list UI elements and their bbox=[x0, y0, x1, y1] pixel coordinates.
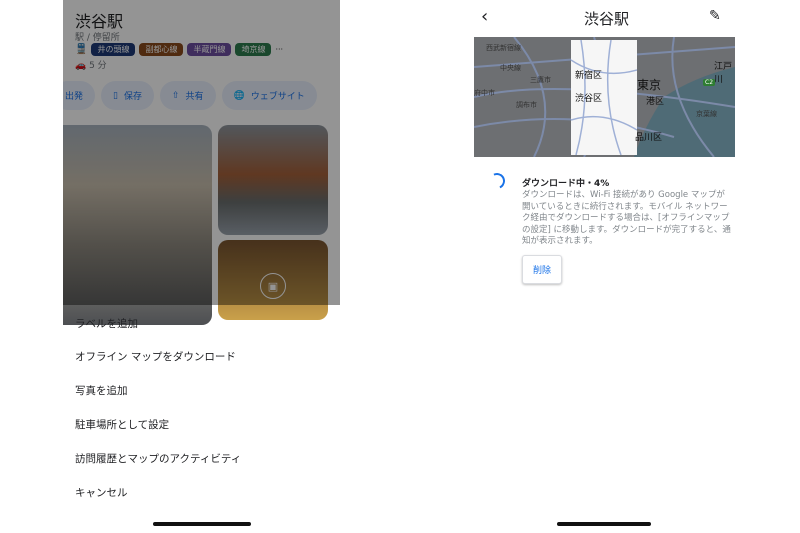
delete-button[interactable]: 削除 bbox=[522, 255, 562, 284]
menu-download-offline-map[interactable]: オフライン マップをダウンロード bbox=[75, 349, 236, 364]
map-label: 新宿区 bbox=[575, 71, 603, 81]
map-label: 調布市 bbox=[516, 101, 537, 109]
map-label: 京葉線 bbox=[696, 110, 717, 118]
scrim-overlay[interactable] bbox=[63, 0, 340, 305]
back-icon[interactable]: ‹ bbox=[481, 6, 488, 27]
menu-history-activity[interactable]: 訪問履歴とマップのアクティビティ bbox=[75, 451, 241, 466]
map-label: 渋谷区 bbox=[575, 94, 603, 104]
menu-set-parking[interactable]: 駐車場所として設定 bbox=[75, 417, 169, 432]
map-label: 中央線 bbox=[500, 64, 521, 72]
left-phone-screen: 渋谷駅 駅 / 停留所 🚆 井の頭線 副都心線 半蔵門線 埼京線 ··· 🚗 5… bbox=[63, 0, 340, 533]
map-label: 品川区 bbox=[635, 133, 663, 143]
place-details: 渋谷駅 駅 / 停留所 🚆 井の頭線 副都心線 半蔵門線 埼京線 ··· 🚗 5… bbox=[63, 0, 340, 325]
menu-add-photo[interactable]: 写真を追加 bbox=[75, 383, 128, 398]
download-description: ダウンロードは、Wi-Fi 接続があり Google マップが開いているときに続… bbox=[522, 190, 731, 246]
map-label: 三鷹市 bbox=[530, 76, 551, 84]
page-title: 渋谷駅 bbox=[584, 10, 630, 28]
menu-add-label[interactable]: ラベルを追加 bbox=[75, 316, 138, 331]
offline-map-preview[interactable]: 西武新宿線 中央線 三鷹市 府中市 調布市 新宿区 渋谷区 東京 港区 品川区 … bbox=[474, 37, 735, 157]
home-indicator bbox=[557, 522, 651, 526]
map-label: 府中市 bbox=[474, 89, 495, 97]
edit-pencil-icon[interactable]: ✎ bbox=[709, 8, 721, 24]
home-indicator bbox=[153, 522, 251, 526]
map-label: 東京 bbox=[637, 78, 662, 92]
menu-cancel[interactable]: キャンセル bbox=[75, 485, 128, 500]
download-status: ダウンロード中・4% bbox=[522, 179, 610, 189]
map-label: 江戸川 bbox=[714, 62, 733, 85]
map-label: 西武新宿線 bbox=[486, 44, 521, 52]
map-label: 港区 bbox=[646, 97, 665, 107]
loading-spinner-icon bbox=[486, 170, 508, 192]
expressway-badge: C2 bbox=[703, 79, 716, 86]
